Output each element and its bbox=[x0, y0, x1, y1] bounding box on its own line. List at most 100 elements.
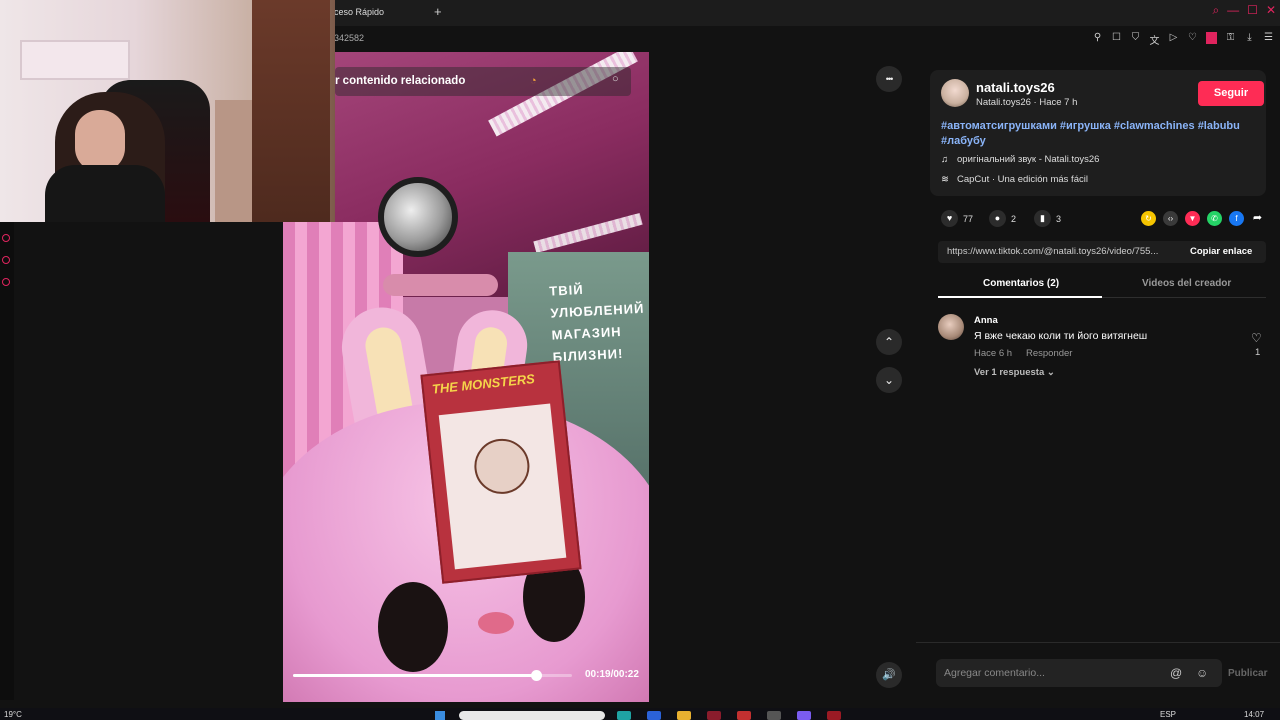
video-progress-handle[interactable] bbox=[530, 670, 542, 681]
comment-like-count: 1 bbox=[1255, 347, 1261, 358]
comment-action[interactable]: ● 2 bbox=[989, 210, 1016, 227]
taskbar-app-icon[interactable] bbox=[707, 711, 721, 720]
comment-count: 2 bbox=[1011, 213, 1017, 224]
webcam-door bbox=[252, 0, 330, 222]
capcut-label: CapCut · Una edición más fácil bbox=[957, 174, 1088, 185]
related-content-label[interactable]: r contenido relacionado bbox=[335, 75, 465, 87]
publish-button[interactable]: Publicar bbox=[1228, 668, 1267, 679]
save-action[interactable]: ▮ 3 bbox=[1034, 210, 1061, 227]
copy-link-button[interactable]: Copiar enlace bbox=[1190, 246, 1252, 257]
pin-icon[interactable]: ⚲ bbox=[1092, 32, 1103, 47]
os-taskbar bbox=[0, 708, 1280, 720]
product-tag-title: THE MONSTERS bbox=[431, 371, 536, 397]
close-button[interactable]: ✕ bbox=[1266, 3, 1276, 18]
next-video-button[interactable]: ⌄ bbox=[876, 367, 902, 393]
plush-nose bbox=[478, 612, 514, 634]
action-row: ♥ 77 ● 2 ▮ 3 ↻ ‹› ▼ ✆ f ➦ bbox=[941, 210, 1262, 228]
bookmark-icon[interactable]: ☐ bbox=[1111, 32, 1122, 47]
browser-tab-label[interactable]: ceso Rápido bbox=[334, 7, 384, 17]
weather-widget[interactable]: 19°C bbox=[4, 710, 22, 719]
related-close-icon[interactable]: ○ bbox=[612, 73, 619, 85]
comment-avatar[interactable] bbox=[938, 314, 964, 340]
language-indicator[interactable]: ESP bbox=[1160, 710, 1176, 719]
volume-button[interactable]: 🔊 bbox=[876, 662, 902, 688]
start-icon[interactable] bbox=[435, 711, 445, 720]
video-sign-text: ТВІЙ УЛЮБЛЕНИЙ МАГАЗИН БІЛИЗНИ! bbox=[549, 275, 649, 368]
composer-icons: @ ☺ bbox=[1166, 659, 1222, 687]
taskbar-app-icon[interactable] bbox=[767, 711, 781, 720]
screen: ceso Rápido + ⌕ — ☐ ✕ 342582 ⚲ ☐ ⛉ 文 ▷ ♡… bbox=[0, 0, 1280, 720]
comment-like-icon[interactable]: ♡ bbox=[1251, 331, 1262, 345]
like-count: 77 bbox=[963, 213, 974, 224]
send-icon[interactable]: ▷ bbox=[1168, 32, 1179, 47]
emoji-icon[interactable]: ☺ bbox=[1196, 666, 1208, 680]
taskbar-app-icon[interactable] bbox=[827, 711, 841, 720]
whatsapp-icon[interactable]: ✆ bbox=[1207, 211, 1222, 226]
sound-row[interactable]: ♫ оригінальний звук - Natali.toys26 bbox=[941, 154, 1099, 165]
product-tag: THE MONSTERS bbox=[420, 360, 582, 584]
comment-icon[interactable]: ● bbox=[989, 210, 1006, 227]
minimize-button[interactable]: — bbox=[1227, 3, 1239, 18]
search-icon[interactable]: ⌕ bbox=[1212, 3, 1219, 18]
video-player[interactable]: ТВІЙ УЛЮБЛЕНИЙ МАГАЗИН БІЛИЗНИ! THE MONS… bbox=[283, 52, 649, 702]
taskbar-app-icon[interactable] bbox=[617, 711, 631, 720]
video-link[interactable]: https://www.tiktok.com/@natali.toys26/vi… bbox=[947, 246, 1175, 257]
side-strip bbox=[0, 222, 14, 700]
menu-icon[interactable]: ☰ bbox=[1263, 32, 1274, 47]
bookmark-icon[interactable]: ▮ bbox=[1034, 210, 1051, 227]
taskbar-app-icon[interactable] bbox=[647, 711, 661, 720]
share-arrow-icon[interactable]: ➦ bbox=[1250, 211, 1265, 226]
sound-name: оригінальний звук - Natali.toys26 bbox=[957, 154, 1100, 165]
comment-time: Hace 6 h bbox=[974, 348, 1013, 359]
like-action[interactable]: ♥ 77 bbox=[941, 210, 973, 227]
heart-icon[interactable]: ♡ bbox=[1187, 32, 1198, 47]
music-note-icon: ♫ bbox=[941, 154, 949, 165]
more-options-button[interactable]: ••• bbox=[876, 66, 902, 92]
capcut-row[interactable]: ≋ CapCut · Una edición más fácil bbox=[941, 174, 1088, 185]
author-name[interactable]: natali.toys26 bbox=[976, 80, 1055, 95]
comment-input[interactable] bbox=[936, 659, 1166, 687]
video-frame-claw bbox=[378, 177, 458, 257]
webcam-shelf bbox=[20, 40, 130, 80]
view-replies-button[interactable]: Ver 1 respuesta ⌄ bbox=[974, 367, 1055, 378]
tab-creator-videos[interactable]: Videos del creador bbox=[1142, 278, 1231, 289]
taskbar-app-icon[interactable] bbox=[797, 711, 811, 720]
clock[interactable]: 14:07 bbox=[1244, 710, 1264, 719]
download-icon[interactable]: ⤓ bbox=[1244, 32, 1255, 47]
side-strip-icon[interactable] bbox=[2, 256, 10, 264]
video-progress-fill bbox=[293, 674, 536, 677]
tab-comments[interactable]: Comentarios (2) bbox=[983, 278, 1059, 289]
hashtags[interactable]: #автоматсигрушками #игрушка #clawmachine… bbox=[941, 119, 1251, 149]
heart-icon[interactable]: ♥ bbox=[941, 210, 958, 227]
facebook-icon[interactable]: f bbox=[1229, 211, 1244, 226]
author-subtitle: Natali.toys26 · Hace 7 h bbox=[976, 97, 1078, 108]
taskbar-app-icon[interactable] bbox=[737, 711, 751, 720]
url-text[interactable]: 342582 bbox=[334, 33, 364, 43]
folder-icon[interactable] bbox=[677, 711, 691, 720]
mention-icon[interactable]: @ bbox=[1170, 666, 1182, 680]
view-replies-label: Ver 1 respuesta bbox=[974, 367, 1045, 378]
browser-toolbar: ⚲ ☐ ⛉ 文 ▷ ♡ ⚿ ⤓ ☰ bbox=[1092, 32, 1274, 47]
video-progress-bar[interactable] bbox=[293, 670, 572, 681]
repost-icon[interactable]: ↻ bbox=[1141, 211, 1156, 226]
new-tab-button[interactable]: + bbox=[434, 4, 442, 19]
webcam-person-shirt bbox=[45, 165, 165, 222]
webcam-person-face bbox=[75, 110, 125, 172]
taskbar-search[interactable] bbox=[459, 711, 605, 720]
related-content-icon: ◔ bbox=[530, 75, 537, 87]
author-avatar[interactable] bbox=[941, 79, 969, 107]
previous-video-button[interactable]: ⌃ bbox=[876, 329, 902, 355]
side-strip-icon[interactable] bbox=[2, 278, 10, 286]
follow-button[interactable]: Seguir bbox=[1198, 81, 1264, 106]
send-to-friends-icon[interactable]: ▼ bbox=[1185, 211, 1200, 226]
lock-icon[interactable]: ⚿ bbox=[1225, 32, 1236, 47]
translate-icon[interactable]: 文 bbox=[1149, 32, 1160, 47]
video-frame-pipe bbox=[383, 274, 498, 296]
reply-button[interactable]: Responder bbox=[1026, 348, 1072, 359]
embed-icon[interactable]: ‹› bbox=[1163, 211, 1178, 226]
comment-author[interactable]: Anna bbox=[974, 315, 998, 326]
maximize-button[interactable]: ☐ bbox=[1247, 3, 1258, 18]
shield-icon[interactable]: ⛉ bbox=[1130, 32, 1141, 47]
webcam-overlay bbox=[0, 0, 335, 222]
side-strip-icon[interactable] bbox=[2, 234, 10, 242]
